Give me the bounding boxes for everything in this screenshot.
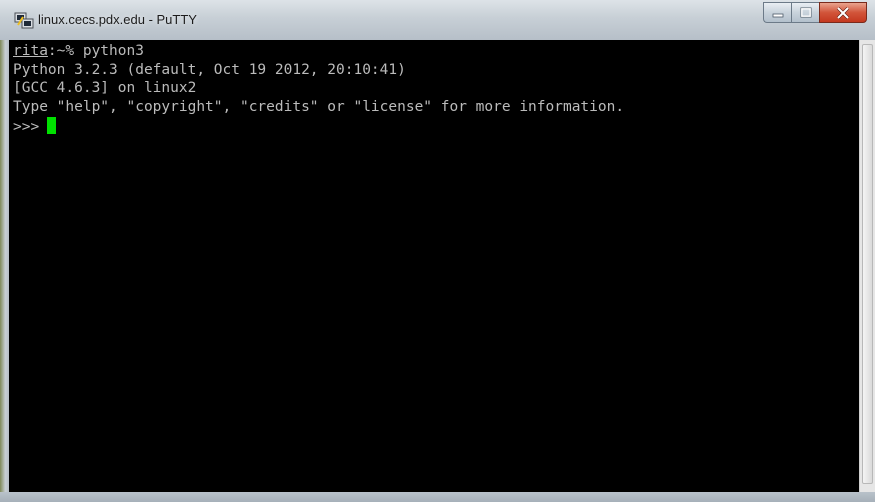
- window-left-border: [0, 40, 9, 502]
- repl-prompt: >>>: [13, 118, 40, 135]
- terminal-line: Type "help", "copyright", "credits" or "…: [13, 99, 625, 116]
- terminal-command: :~% python3: [47, 43, 144, 59]
- caption-buttons: [763, 2, 867, 24]
- text-cursor: [47, 116, 57, 134]
- close-button[interactable]: [819, 2, 867, 23]
- scrollbar-thumb[interactable]: [862, 44, 873, 484]
- terminal-line: [GCC 4.6.3] on linux2: [13, 80, 197, 97]
- terminal-output[interactable]: rita:~% python3 Python 3.2.3 (default, O…: [9, 40, 859, 492]
- terminal-line-repl: >>>: [13, 116, 859, 136]
- minimize-button[interactable]: [763, 2, 791, 23]
- maximize-button[interactable]: [791, 2, 819, 23]
- vertical-scrollbar[interactable]: [859, 40, 875, 492]
- terminal-line-command: rita:~% python3: [13, 42, 859, 61]
- close-icon: [836, 6, 850, 19]
- window-bottom-border: [0, 492, 875, 502]
- terminal-line: Python 3.2.3 (default, Oct 19 2012, 20:1…: [13, 61, 406, 78]
- putty-window: linux.cecs.pdx.edu - PuTTY rita:~% pytho…: [0, 0, 875, 502]
- terminal-username: rita: [13, 43, 48, 59]
- maximize-icon: [800, 7, 811, 18]
- putty-app-icon[interactable]: [14, 11, 34, 29]
- window-title: linux.cecs.pdx.edu - PuTTY: [38, 12, 197, 27]
- minimize-icon: [772, 13, 783, 17]
- title-bar[interactable]: linux.cecs.pdx.edu - PuTTY: [0, 0, 875, 40]
